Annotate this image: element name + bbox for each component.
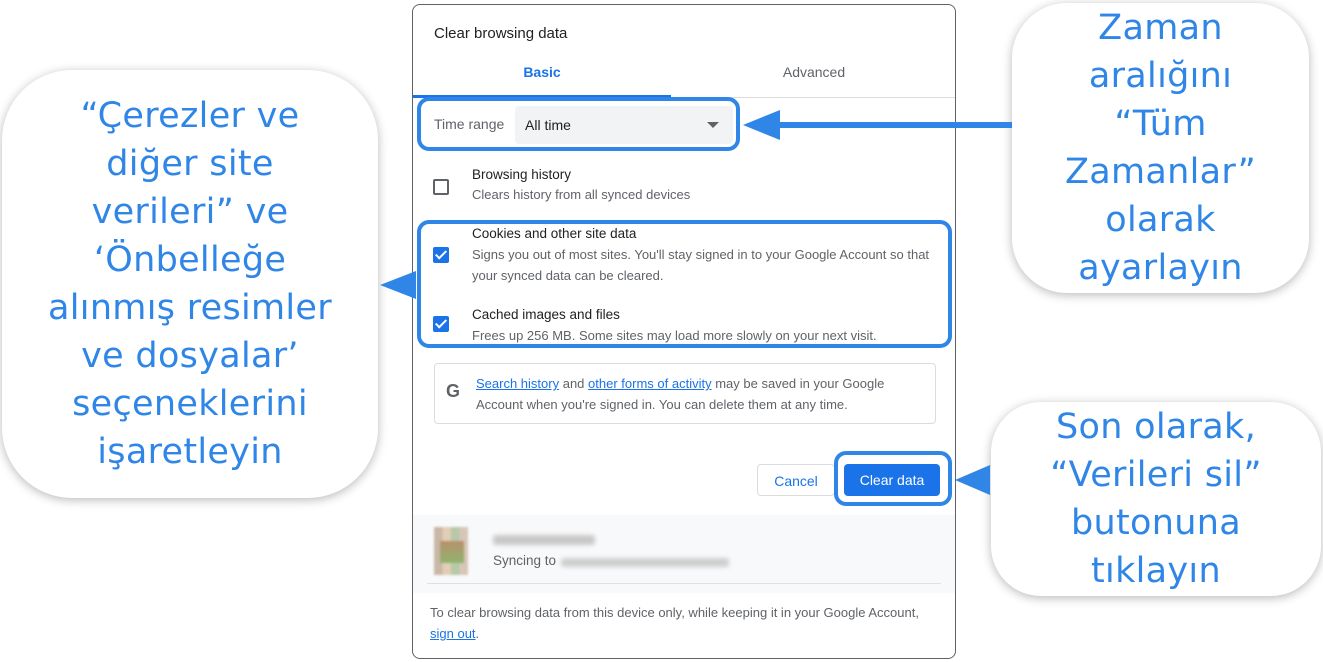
annotation-arrows — [380, 110, 1012, 495]
arrow-head — [743, 110, 780, 140]
arrow-to-cookies-head — [380, 271, 416, 299]
arrow-to-clear-data-head — [955, 465, 990, 495]
